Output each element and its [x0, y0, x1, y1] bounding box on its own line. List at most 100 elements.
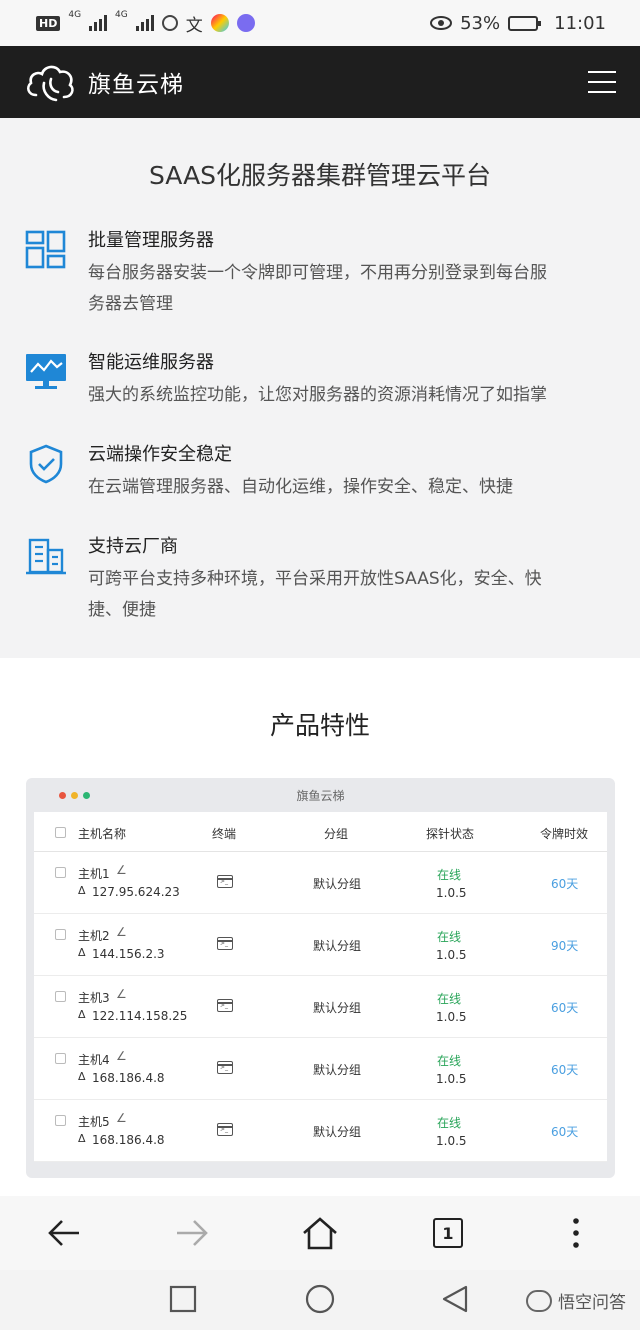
edit-pencil-icon[interactable]: ∠: [116, 863, 127, 877]
grid-servers-icon: [25, 230, 66, 269]
feature-title: 智能运维服务器: [88, 352, 214, 373]
feature-desc: 强大的系统监控功能，让您对服务器的资源消耗情况了如指掌: [88, 380, 624, 411]
product-title: 产品特性: [269, 711, 370, 740]
table-row[interactable]: 主机3 ∠ Δ 122.114.158.25 默认分组 在线 1.0.5 60天: [34, 976, 607, 1038]
host-ip: 168.186.4.8: [92, 1133, 165, 1147]
token-validity[interactable]: 90天: [551, 937, 578, 954]
row-checkbox[interactable]: [55, 929, 66, 940]
feature-item: 支持云厂商 可跨平台支持多种环境，平台采用开放性SAAS化，安全、快 捷、便捷: [24, 534, 624, 626]
feature-item: 批量管理服务器 每台服务器安装一个令牌即可管理，不用再分别登录到每台服 务器去管…: [24, 228, 624, 320]
tabs-icon[interactable]: 1: [428, 1213, 468, 1253]
hamburger-menu-icon[interactable]: [588, 71, 616, 93]
row-checkbox[interactable]: [55, 1053, 66, 1064]
host-name[interactable]: 主机2: [78, 927, 110, 944]
signal-icon: [89, 15, 108, 31]
forward-arrow-icon[interactable]: [172, 1213, 212, 1253]
linux-tux-icon: Δ: [78, 884, 86, 897]
monitor-chart-icon: [26, 354, 66, 389]
host-name[interactable]: 主机4: [78, 1051, 110, 1068]
feature-desc-line: 每台服务器安装一个令牌即可管理，不用再分别登录到每台服: [88, 263, 547, 283]
row-checkbox[interactable]: [55, 1115, 66, 1126]
linux-tux-icon: Δ: [78, 1070, 86, 1083]
row-checkbox[interactable]: [55, 991, 66, 1002]
brand-title[interactable]: 旗鱼云梯: [88, 65, 184, 99]
terminal-icon[interactable]: [217, 1061, 233, 1074]
host-name[interactable]: 主机1: [78, 865, 110, 882]
feature-desc-line: 在云端管理服务器、自动化运维，操作安全、稳定、快捷: [88, 477, 513, 497]
back-triangle-icon[interactable]: [440, 1284, 470, 1314]
col-host-name: 主机名称: [78, 827, 127, 841]
host-group: 默认分组: [313, 939, 362, 953]
table-row[interactable]: 主机2 ∠ Δ 144.156.2.3 默认分组 在线 1.0.5 90天: [34, 914, 607, 976]
token-validity[interactable]: 60天: [551, 1123, 578, 1140]
feature-title: 云端操作安全稳定: [88, 444, 232, 465]
col-group: 分组: [324, 827, 349, 841]
shield-check-icon: [29, 444, 63, 484]
building-icon: [26, 538, 66, 575]
probe-version: 1.0.5: [436, 1010, 467, 1024]
token-validity[interactable]: 60天: [551, 875, 578, 892]
select-all-checkbox[interactable]: [55, 827, 66, 838]
col-token-validity: 令牌时效: [540, 827, 589, 841]
terminal-icon[interactable]: [217, 999, 233, 1012]
more-vertical-icon[interactable]: [556, 1213, 596, 1253]
terminal-icon[interactable]: [217, 937, 233, 950]
feature-desc: 每台服务器安装一个令牌即可管理，不用再分别登录到每台服 务器去管理: [88, 258, 624, 320]
eye-comfort-icon: [430, 16, 453, 30]
terminal-icon[interactable]: [217, 875, 233, 888]
token-validity[interactable]: 60天: [551, 999, 578, 1016]
host-name[interactable]: 主机3: [78, 989, 110, 1006]
probe-status: 在线: [437, 1054, 462, 1068]
translate-app-icon: 文: [185, 15, 203, 36]
home-circle-icon[interactable]: [305, 1284, 335, 1314]
music-app-icon: [236, 14, 255, 32]
probe-status: 在线: [437, 992, 462, 1006]
photo-app-icon: [210, 14, 229, 32]
browser-toolbar: 1: [0, 1196, 640, 1270]
host-name[interactable]: 主机5: [78, 1113, 110, 1130]
app-header: 旗鱼云梯: [0, 46, 640, 118]
back-arrow-icon[interactable]: [44, 1213, 84, 1253]
edit-pencil-icon[interactable]: ∠: [116, 925, 127, 939]
cloud-logo-icon[interactable]: [24, 61, 76, 103]
table-row[interactable]: 主机5 ∠ Δ 168.186.4.8 默认分组 在线 1.0.5 60天: [34, 1100, 607, 1162]
probe-status: 在线: [437, 1116, 462, 1130]
col-probe-status: 探针状态: [426, 827, 475, 841]
edit-pencil-icon[interactable]: ∠: [116, 1049, 127, 1063]
host-ip: 122.114.158.25: [92, 1009, 188, 1023]
host-group: 默认分组: [313, 877, 362, 891]
hd-badge: HD: [36, 15, 61, 31]
linux-tux-icon: Δ: [78, 1132, 86, 1145]
host-table: 主机名称 终端 分组 探针状态 令牌时效 主机1 ∠ Δ 127.95.624.23 默…: [34, 812, 607, 1162]
col-terminal: 终端: [212, 827, 237, 841]
token-validity[interactable]: 60天: [551, 1061, 578, 1078]
recents-square-icon[interactable]: [168, 1284, 198, 1314]
feature-title: 支持云厂商: [88, 536, 178, 557]
status-bar: HD 4G 4G 文 53% 11:01: [0, 0, 640, 46]
mock-window-title: 旗鱼云梯: [296, 789, 345, 803]
product-mock-window: 旗鱼云梯 主机名称 终端 分组 探针状态 令牌时效 主机1 ∠ Δ 127.95.62…: [26, 778, 615, 1178]
tab-count[interactable]: 1: [433, 1218, 463, 1248]
feature-item: 云端操作安全稳定 在云端管理服务器、自动化运维，操作安全、稳定、快捷: [24, 442, 624, 503]
host-ip: 144.156.2.3: [92, 947, 165, 961]
feature-desc: 可跨平台支持多种环境，平台采用开放性SAAS化，安全、快 捷、便捷: [88, 564, 624, 626]
feature-item: 智能运维服务器 强大的系统监控功能，让您对服务器的资源消耗情况了如指掌: [24, 350, 624, 411]
table-row[interactable]: 主机4 ∠ Δ 168.186.4.8 默认分组 在线 1.0.5 60天: [34, 1038, 607, 1100]
product-section: 产品特性 旗鱼云梯 主机名称 终端 分组 探针状态 令牌时效 主机1 ∠ Δ 127.…: [0, 658, 640, 1198]
system-nav-bar: 悟空问答: [0, 1270, 640, 1330]
host-ip: 168.186.4.8: [92, 1071, 165, 1085]
terminal-icon[interactable]: [217, 1123, 233, 1136]
edit-pencil-icon[interactable]: ∠: [116, 1111, 127, 1125]
row-checkbox[interactable]: [55, 867, 66, 878]
home-icon[interactable]: [300, 1213, 340, 1253]
feature-desc: 在云端管理服务器、自动化运维，操作安全、稳定、快捷: [88, 472, 624, 503]
feature-desc-line: 强大的系统监控功能，让您对服务器的资源消耗情况了如指掌: [88, 385, 547, 405]
edit-pencil-icon[interactable]: ∠: [116, 987, 127, 1001]
host-group: 默认分组: [313, 1125, 362, 1139]
table-row[interactable]: 主机1 ∠ Δ 127.95.624.23 默认分组 在线 1.0.5 60天: [34, 852, 607, 914]
host-group: 默认分组: [313, 1001, 362, 1015]
feature-desc-line: 可跨平台支持多种环境，平台采用开放性SAAS化，安全、快: [88, 569, 542, 589]
battery-percent: 53%: [460, 12, 501, 34]
probe-status: 在线: [437, 868, 462, 882]
features-title: SAAS化服务器集群管理云平台: [148, 161, 492, 190]
